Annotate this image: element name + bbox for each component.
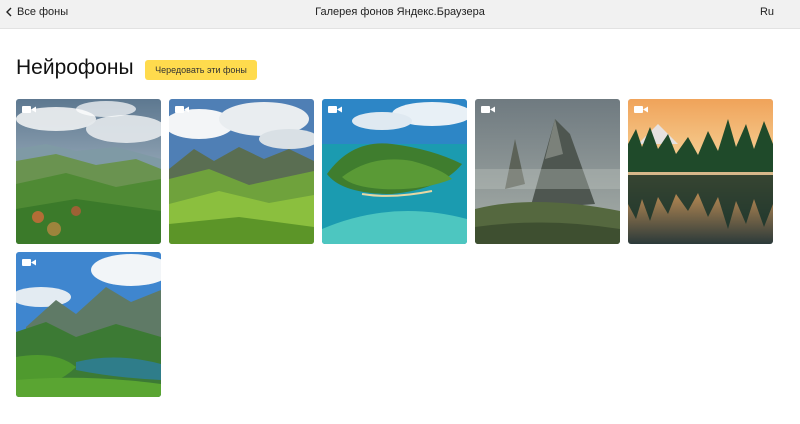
video-icon bbox=[481, 106, 495, 113]
language-switch[interactable]: Ru bbox=[760, 0, 774, 24]
background-thumbnail bbox=[628, 99, 773, 244]
background-thumbnail bbox=[16, 252, 161, 397]
top-bar: Все фоны Галерея фонов Яндекс.Браузера R… bbox=[0, 0, 800, 29]
background-thumbnail bbox=[16, 99, 161, 244]
video-icon bbox=[175, 106, 189, 113]
background-thumbnail bbox=[475, 99, 620, 244]
video-icon bbox=[328, 106, 342, 113]
alternate-backgrounds-button[interactable]: Чередовать эти фоны bbox=[145, 60, 257, 80]
background-tile[interactable] bbox=[475, 99, 620, 244]
background-tile[interactable] bbox=[16, 99, 161, 244]
page-title: Галерея фонов Яндекс.Браузера bbox=[315, 6, 485, 18]
background-thumbnail bbox=[169, 99, 314, 244]
background-tile[interactable] bbox=[322, 99, 467, 244]
background-thumbnail bbox=[322, 99, 467, 244]
background-tile[interactable] bbox=[16, 252, 161, 397]
video-icon bbox=[22, 259, 36, 266]
section-title: Нейрофоны bbox=[16, 56, 134, 79]
background-tile[interactable] bbox=[169, 99, 314, 244]
background-tile[interactable] bbox=[628, 99, 773, 244]
video-icon bbox=[634, 106, 648, 113]
video-icon bbox=[22, 106, 36, 113]
